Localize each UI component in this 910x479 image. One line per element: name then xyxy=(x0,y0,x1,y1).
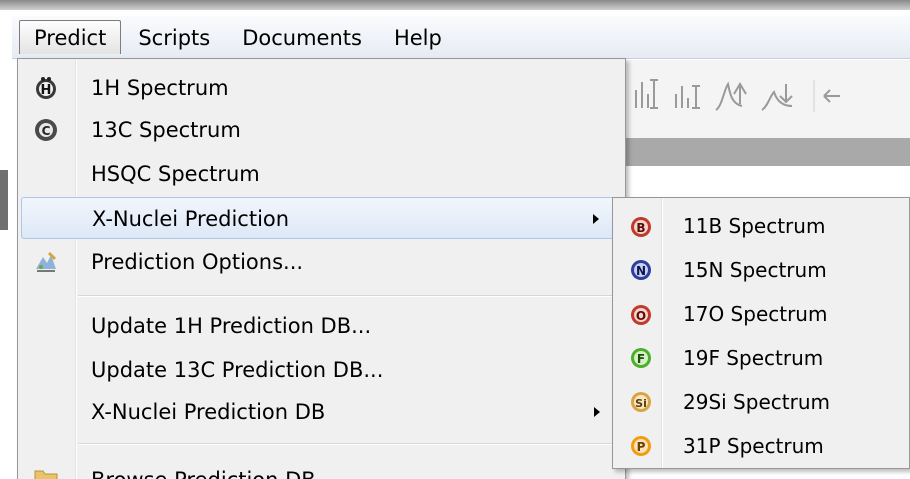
multiplet-up-icon[interactable] xyxy=(715,81,747,111)
menu-item-label: Update 1H Prediction DB... xyxy=(91,314,372,338)
svg-text:H: H xyxy=(41,83,52,98)
menu-item-13c-spectrum[interactable]: C 13C Spectrum xyxy=(21,109,622,151)
menu-predict[interactable]: Predict xyxy=(19,20,122,54)
submenu-item-29si-spectrum[interactable]: Si 29Si Spectrum xyxy=(615,380,907,424)
peak-pick-icon[interactable] xyxy=(635,79,658,109)
submenu-arrow-icon xyxy=(593,214,599,224)
menu-item-prediction-options[interactable]: Prediction Options... xyxy=(21,241,622,283)
menu-separator xyxy=(78,443,618,445)
svg-text:C: C xyxy=(42,124,51,138)
n-atom-icon: N xyxy=(629,258,653,282)
submenu-item-31p-spectrum[interactable]: P 31P Spectrum xyxy=(615,424,907,468)
f-atom-icon: F xyxy=(629,346,653,370)
submenu-item-label: 31P Spectrum xyxy=(683,434,824,458)
menu-documents[interactable]: Documents xyxy=(227,20,377,54)
x-nuclei-submenu: B 11B Spectrum N 15N Spectrum O 17O Spec… xyxy=(612,197,910,469)
svg-text:O: O xyxy=(636,309,646,323)
svg-text:F: F xyxy=(637,352,645,366)
menu-item-label: Update 13C Prediction DB... xyxy=(91,358,384,382)
submenu-item-label: 11B Spectrum xyxy=(683,214,826,238)
o-atom-icon: O xyxy=(629,302,653,326)
multiplet-down-icon[interactable] xyxy=(761,84,793,111)
menu-item-label: 13C Spectrum xyxy=(91,118,241,142)
submenu-item-17o-spectrum[interactable]: O 17O Spectrum xyxy=(615,292,907,336)
submenu-item-label: 19F Spectrum xyxy=(683,346,824,370)
submenu-item-15n-spectrum[interactable]: N 15N Spectrum xyxy=(615,248,907,292)
menu-item-label: HSQC Spectrum xyxy=(91,162,260,186)
submenu-arrow-icon xyxy=(594,407,600,417)
menu-scripts[interactable]: Scripts xyxy=(123,20,225,54)
menu-item-update-13c-db[interactable]: Update 13C Prediction DB... xyxy=(21,349,622,391)
menu-item-update-1h-db[interactable]: Update 1H Prediction DB... xyxy=(21,305,622,347)
menu-separator xyxy=(78,295,618,297)
svg-text:B: B xyxy=(636,221,645,235)
window-title-edge xyxy=(0,0,910,10)
menu-item-label: X-Nuclei Prediction DB xyxy=(91,400,326,424)
h-atom-icon: H xyxy=(33,75,59,101)
toolbar-bottom-strip xyxy=(600,138,910,166)
b-atom-icon: B xyxy=(629,214,653,238)
spectrum-toolbar xyxy=(600,60,910,139)
predict-dropdown-menu: H 1H Spectrum C 13C Spectrum HSQC Spectr… xyxy=(17,58,626,479)
menu-item-browse-prediction-db[interactable]: Browse Prediction DB xyxy=(21,451,622,479)
submenu-item-label: 17O Spectrum xyxy=(683,302,828,326)
submenu-item-label: 29Si Spectrum xyxy=(683,390,830,414)
c-atom-icon: C xyxy=(33,117,59,143)
menu-item-1h-spectrum[interactable]: H 1H Spectrum xyxy=(21,67,622,109)
arrow-left-icon[interactable] xyxy=(823,89,840,103)
window-left-frame xyxy=(0,170,8,230)
menu-item-label: Prediction Options... xyxy=(91,250,304,274)
submenu-item-19f-spectrum[interactable]: F 19F Spectrum xyxy=(615,336,907,380)
submenu-item-label: 15N Spectrum xyxy=(683,258,827,282)
p-atom-icon: P xyxy=(629,434,653,458)
menu-item-x-nuclei-prediction-db[interactable]: X-Nuclei Prediction DB xyxy=(21,391,622,433)
si-atom-icon: Si xyxy=(629,390,653,414)
menu-item-label: X-Nuclei Prediction xyxy=(92,207,290,231)
menu-item-label: 1H Spectrum xyxy=(91,76,229,100)
svg-text:N: N xyxy=(636,264,646,278)
folder-icon xyxy=(33,465,59,479)
menu-item-label: Browse Prediction DB xyxy=(91,459,316,479)
menu-bar: Predict Scripts Documents Help xyxy=(12,16,910,59)
svg-text:P: P xyxy=(637,440,646,454)
menu-item-hsqc-spectrum[interactable]: HSQC Spectrum xyxy=(21,153,622,195)
integrate-icon[interactable] xyxy=(675,85,700,109)
menu-item-x-nuclei-prediction[interactable]: X-Nuclei Prediction xyxy=(21,197,622,239)
svg-text:Si: Si xyxy=(635,397,647,410)
prediction-options-icon xyxy=(33,249,59,275)
menu-help[interactable]: Help xyxy=(379,20,457,54)
submenu-item-11b-spectrum[interactable]: B 11B Spectrum xyxy=(615,204,907,248)
